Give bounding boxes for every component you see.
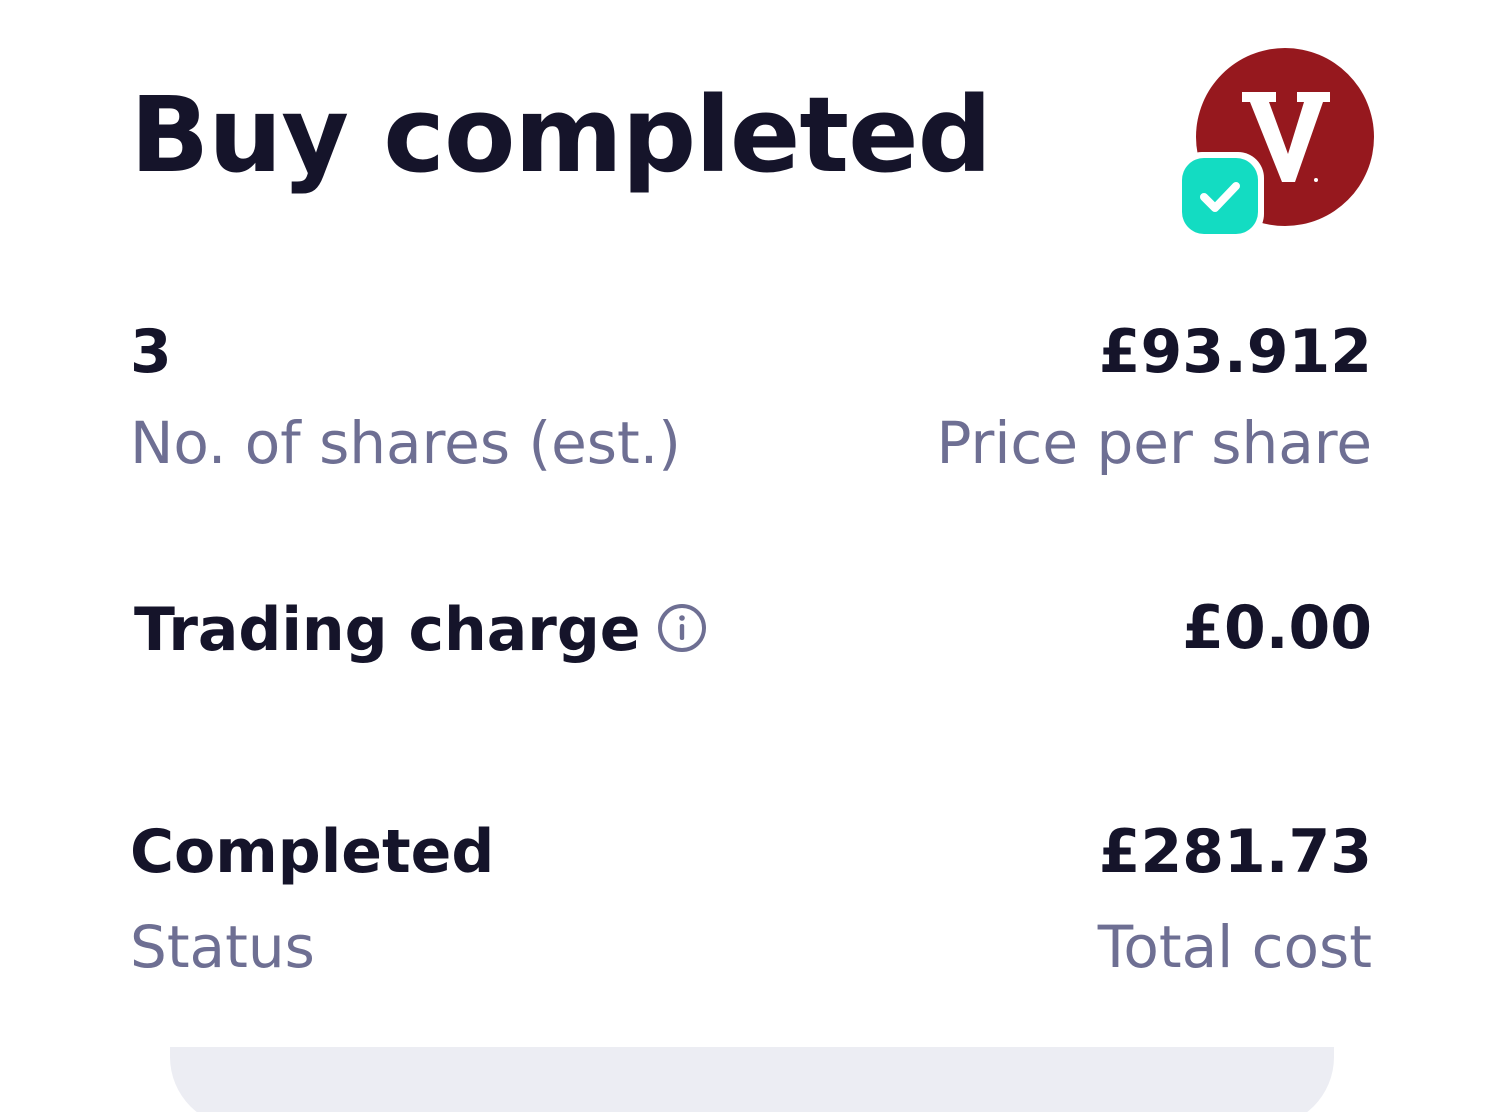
trading-charge-value: £0.00 [1182, 593, 1372, 663]
shares-value: 3 [130, 317, 172, 387]
total-cost-value: £281.73 [1098, 817, 1372, 887]
status-label: Status [130, 913, 315, 981]
info-icon[interactable] [656, 602, 708, 654]
status-total-row: Completed Status £281.73 Total cost [130, 822, 1372, 982]
status-value: Completed [130, 817, 495, 887]
order-confirmation-screen: Buy completed 3 No. of shares (est.) £93… [0, 0, 1504, 1112]
shares-label: No. of shares (est.) [130, 409, 681, 477]
check-icon [1182, 158, 1258, 234]
fund-logo [1176, 48, 1374, 240]
shares-price-row: 3 No. of shares (est.) £93.912 Price per… [130, 322, 1372, 482]
trading-charge-label: Trading charge [134, 595, 641, 665]
price-label: Price per share [936, 409, 1372, 477]
price-value: £93.912 [1098, 317, 1372, 387]
total-cost-label: Total cost [1097, 913, 1372, 981]
completed-badge [1176, 152, 1264, 240]
trading-charge-row[interactable]: Trading charge £0.00 [130, 598, 1372, 668]
page-title: Buy completed [130, 74, 992, 196]
bottom-card [170, 1047, 1334, 1112]
